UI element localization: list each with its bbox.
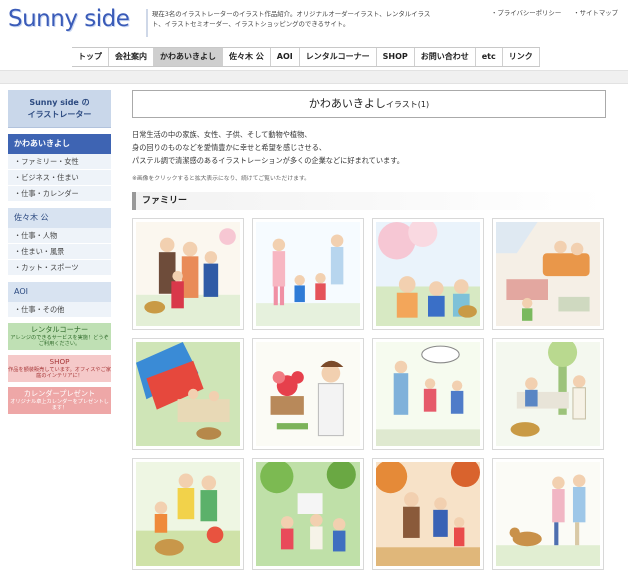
main-nav: トップ 会社案内 かわあいきよし 佐々木 公 AOI レンタルコーナー SHOP… — [72, 47, 540, 67]
family-walk-illustration — [256, 222, 360, 326]
nav-sasaki[interactable]: 佐々木 公 — [223, 48, 271, 66]
site-description: 現在3名のイラストレーターのイラスト作品紹介。オリジナルオーダーイラスト、レンタ… — [152, 10, 431, 28]
illustration-thumbnail[interactable] — [132, 338, 244, 450]
mother-children-school-illustration — [376, 342, 480, 446]
family-blossom-illustration — [376, 222, 480, 326]
nav-top[interactable]: トップ — [72, 48, 109, 66]
illustration-thumbnail[interactable] — [372, 218, 484, 330]
intro-line-1: 日常生活の中の家族、女性、子供、そして動物や植物、 — [132, 130, 312, 139]
page-title-name: かわあいきよし — [308, 97, 386, 110]
intro-line-2: 身の回りのものなどを愛情豊かに幸せと希望を感じさせる、 — [132, 143, 327, 152]
illustration-thumbnail[interactable] — [372, 458, 484, 570]
illustration-thumbnail[interactable] — [492, 458, 604, 570]
sidebar-item-business[interactable]: ・ビジネス・住まい — [8, 170, 111, 186]
shop-title: SHOP — [49, 357, 70, 366]
calendar-present-subtitle: オリジナル卓上カレンダーをプレゼントします！ — [10, 399, 109, 411]
family-living-room-illustration — [496, 222, 600, 326]
woman-flowers-illustration — [256, 342, 360, 446]
illustration-thumbnail[interactable] — [252, 338, 364, 450]
sidebar-item-work-other[interactable]: ・仕事・その他 — [8, 302, 111, 318]
nav-aoi[interactable]: AOI — [271, 48, 300, 66]
rental-corner-subtitle: アレンジのできるサービスを実施！どうぞご利用ください。 — [10, 335, 109, 347]
family-garden-party-illustration — [256, 462, 360, 566]
sidebar-section-aoi[interactable]: AOI — [8, 282, 111, 302]
nav-contact[interactable]: お問い合わせ — [415, 48, 476, 66]
couple-dog-walk-illustration — [496, 462, 600, 566]
illustration-thumbnail[interactable] — [252, 458, 364, 570]
sidebar-item-home-scenery[interactable]: ・住まい・風景 — [8, 244, 111, 260]
calendar-present-banner[interactable]: カレンダープレゼント オリジナル卓上カレンダーをプレゼントします！ — [8, 387, 111, 414]
intro-line-3: パステル調で清潔感のあるイラストレーションが多くの企業などに好まれています。 — [132, 156, 404, 165]
click-note: ※画像をクリックすると拡大表示になり、続けてご覧いただけます。 — [132, 176, 310, 182]
illustration-thumbnail[interactable] — [492, 218, 604, 330]
family-veranda-illustration — [496, 342, 600, 446]
sidebar-section-sasaki[interactable]: 佐々木 公 — [8, 208, 111, 228]
shop-subtitle: 作品を額装販売しています。オフィスやご家庭のインテリアに！ — [8, 367, 111, 379]
rental-corner-banner[interactable]: レンタルコーナー アレンジのできるサービスを実施！どうぞご利用ください。 — [8, 323, 111, 350]
nav-kawaai[interactable]: かわあいきよし — [154, 48, 223, 66]
family-picnic-illustration — [136, 462, 240, 566]
page-title: かわあいきよしイラスト(1) — [132, 90, 606, 118]
site-logo[interactable]: Sunny side — [8, 6, 130, 32]
header-links: ・プライバシーポリシー ・サイトマップ — [481, 8, 618, 17]
section-heading-family: ファミリー — [132, 192, 606, 210]
family-autumn-illustration — [376, 462, 480, 566]
nav-shop[interactable]: SHOP — [377, 48, 415, 66]
family-carp-streamer-illustration — [136, 342, 240, 446]
sidebar-section-kawaai[interactable]: かわあいきよし — [8, 134, 111, 154]
sidebar-heading-line-1: Sunny side の — [29, 98, 90, 107]
illustration-thumbnail[interactable] — [372, 338, 484, 450]
illustration-thumbnail[interactable] — [132, 458, 244, 570]
rental-corner-title: レンタルコーナー — [30, 325, 89, 334]
site-header: Sunny side 現在3名のイラストレーターのイラスト作品紹介。オリジナルオ… — [0, 0, 628, 44]
page-title-suffix: イラスト(1) — [385, 100, 430, 109]
sidebar-heading-line-2: イラストレーター — [27, 110, 92, 119]
sidebar: Sunny side の イラストレーター かわあいきよし ・ファミリー・女性 … — [8, 90, 111, 414]
sidebar-item-cut-sports[interactable]: ・カット・スポーツ — [8, 260, 111, 276]
privacy-policy-link[interactable]: ・プライバシーポリシー — [491, 9, 561, 17]
shop-banner[interactable]: SHOP 作品を額装販売しています。オフィスやご家庭のインテリアに！ — [8, 355, 111, 382]
sidebar-item-work-people[interactable]: ・仕事・人物 — [8, 228, 111, 244]
main-content: かわあいきよしイラスト(1) 日常生活の中の家族、女性、子供、そして動物や植物、… — [132, 90, 606, 570]
nav-etc[interactable]: etc — [476, 48, 503, 66]
intro-text: 日常生活の中の家族、女性、子供、そして動物や植物、 身の回りのものなどを愛情豊か… — [132, 128, 606, 167]
nav-company[interactable]: 会社案内 — [109, 48, 154, 66]
illustration-grid — [132, 218, 606, 570]
family-kimono-illustration — [136, 222, 240, 326]
sidebar-item-family[interactable]: ・ファミリー・女性 — [8, 154, 111, 170]
nav-rental[interactable]: レンタルコーナー — [300, 48, 377, 66]
sitemap-link[interactable]: ・サイトマップ — [573, 9, 618, 17]
header-divider-band — [0, 70, 628, 84]
logo-divider — [146, 9, 148, 37]
illustration-thumbnail[interactable] — [492, 338, 604, 450]
illustration-thumbnail[interactable] — [252, 218, 364, 330]
sidebar-item-work-calendar[interactable]: ・仕事・カレンダー — [8, 186, 111, 202]
sidebar-heading: Sunny side の イラストレーター — [8, 90, 111, 128]
nav-links[interactable]: リンク — [503, 48, 540, 66]
calendar-present-title: カレンダープレゼント — [23, 389, 96, 398]
illustration-thumbnail[interactable] — [132, 218, 244, 330]
